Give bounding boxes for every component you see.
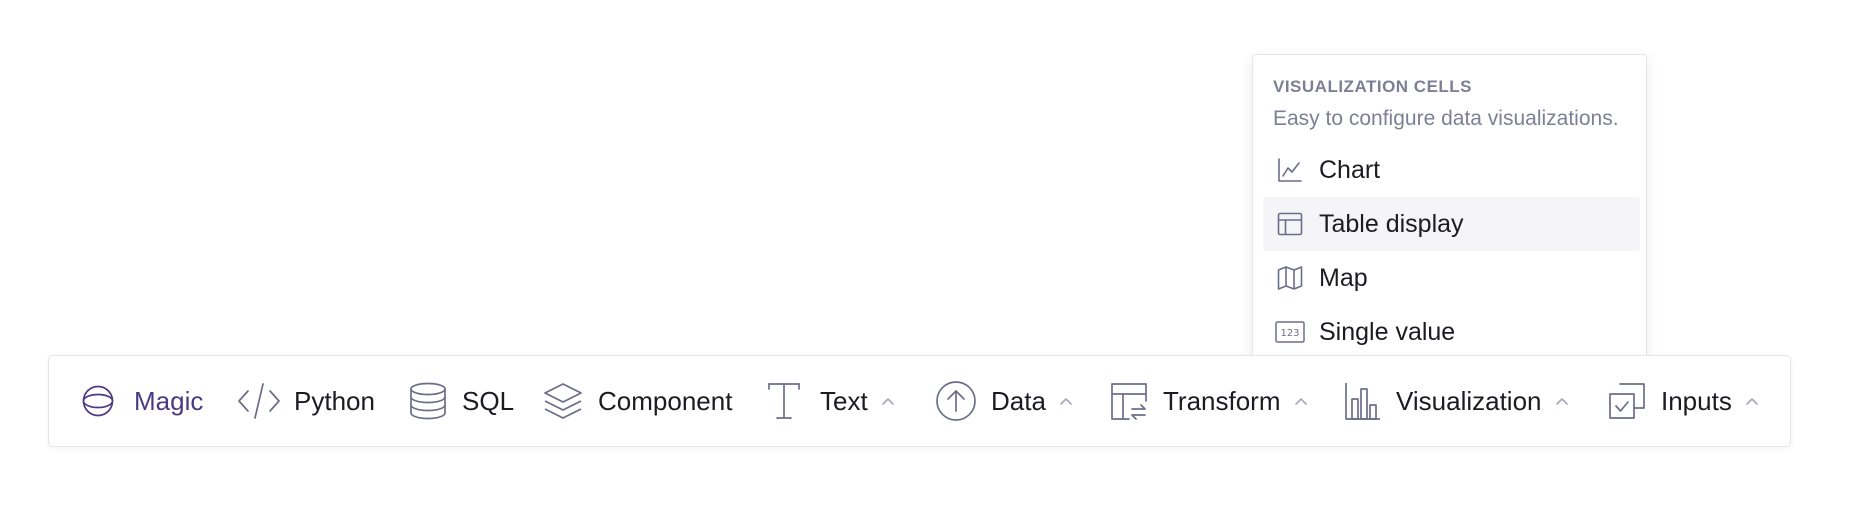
layers-icon <box>542 381 584 421</box>
visualization-cells-popover: VISUALIZATION CELLS Easy to configure da… <box>1252 54 1647 370</box>
text-icon <box>766 381 802 421</box>
toolbar-magic-button[interactable]: Magic <box>81 356 203 446</box>
toolbar-item-label: Visualization <box>1396 385 1542 416</box>
popover-description: Easy to configure data visualizations. <box>1273 107 1619 130</box>
chevron-up-icon <box>881 397 894 405</box>
menu-item-table-display[interactable]: Table display <box>1263 197 1640 251</box>
toolbar-item-label: Component <box>598 385 733 416</box>
menu-item-label: Chart <box>1319 155 1381 184</box>
upload-circle-icon <box>935 380 977 422</box>
menu-item-label: Table display <box>1319 209 1464 238</box>
magic-orb-icon <box>81 382 115 420</box>
checkbox-input-icon <box>1607 381 1647 421</box>
line-chart-icon <box>1275 155 1305 185</box>
transform-table-icon <box>1109 381 1149 421</box>
toolbar-sql-button[interactable]: SQL <box>408 356 514 446</box>
menu-item-chart[interactable]: Chart <box>1263 143 1640 197</box>
toolbar-item-label: Transform <box>1163 385 1281 416</box>
chevron-up-icon <box>1746 397 1758 405</box>
toolbar-text-button[interactable]: Text <box>766 356 894 446</box>
single-value-123-icon: 123 <box>1275 317 1305 347</box>
toolbar-data-button[interactable]: Data <box>935 356 1072 446</box>
table-icon <box>1275 209 1305 239</box>
toolbar-item-label: Text <box>820 385 868 416</box>
add-cell-toolbar: Magic Python SQL Component Text Data Tra… <box>48 355 1791 447</box>
menu-item-label: Map <box>1319 263 1368 292</box>
bar-chart-icon <box>1344 381 1382 421</box>
toolbar-visualization-button[interactable]: Visualization <box>1344 356 1568 446</box>
toolbar-item-label: Python <box>294 385 375 416</box>
toolbar-inputs-button[interactable]: Inputs <box>1607 356 1758 446</box>
toolbar-item-label: Magic <box>134 385 204 416</box>
toolbar-item-label: Inputs <box>1661 385 1732 416</box>
chevron-up-icon <box>1555 397 1568 405</box>
chevron-up-icon <box>1060 397 1072 405</box>
popover-heading: VISUALIZATION CELLS <box>1273 77 1473 96</box>
database-icon <box>408 381 448 421</box>
map-icon <box>1275 263 1305 293</box>
toolbar-item-label: Data <box>991 385 1046 416</box>
toolbar-transform-button[interactable]: Transform <box>1109 356 1307 446</box>
chevron-up-icon <box>1294 397 1307 405</box>
menu-item-label: Single value <box>1319 317 1456 346</box>
toolbar-component-button[interactable]: Component <box>542 356 732 446</box>
toolbar-item-label: SQL <box>462 385 515 416</box>
menu-item-single-value[interactable]: 123 Single value <box>1263 305 1640 359</box>
menu-item-map[interactable]: Map <box>1263 251 1640 305</box>
code-icon <box>236 381 282 421</box>
toolbar-python-button[interactable]: Python <box>236 356 375 446</box>
svg-text:123: 123 <box>1280 328 1299 339</box>
